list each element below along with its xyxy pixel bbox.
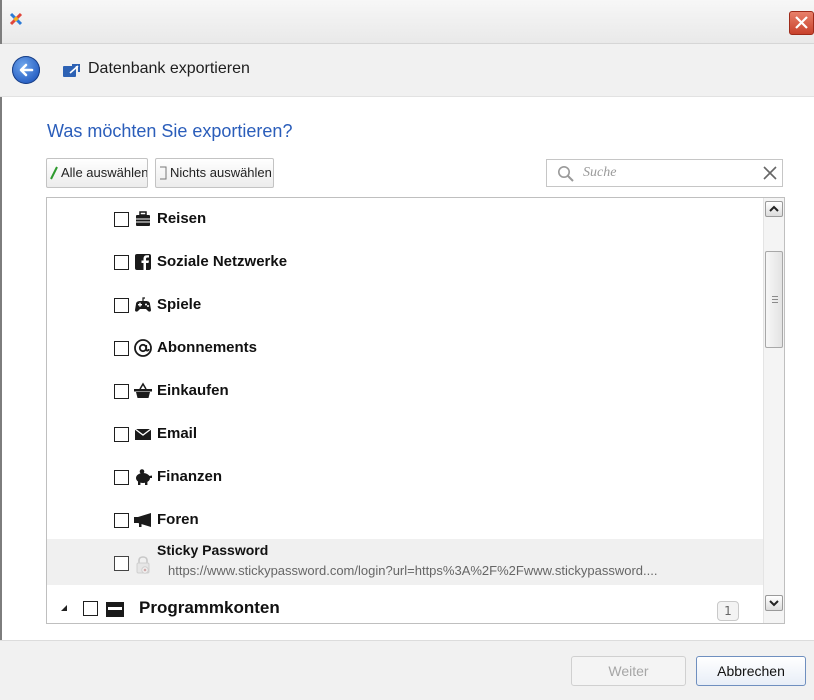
- list-item[interactable]: Email: [47, 413, 763, 455]
- list-item[interactable]: Foren: [47, 499, 763, 541]
- select-all-label: Alle auswählen: [61, 165, 148, 180]
- back-arrow-icon: [19, 63, 34, 77]
- piggy-bank-icon: [136, 469, 152, 485]
- expand-arrow-icon[interactable]: [60, 604, 68, 612]
- page-title: Datenbank exportieren: [88, 60, 250, 77]
- back-button[interactable]: [12, 56, 40, 84]
- cancel-button[interactable]: Abbrechen: [696, 656, 806, 686]
- list-item[interactable]: Einkaufen: [47, 370, 763, 412]
- at-sign-icon: [134, 339, 152, 357]
- clear-search-icon[interactable]: [763, 166, 777, 180]
- list-item[interactable]: Finanzen: [47, 456, 763, 498]
- checkbox[interactable]: [114, 513, 129, 528]
- checkmark-icon: [50, 166, 58, 180]
- window-border: [0, 0, 2, 699]
- list-item-label: Email: [157, 425, 198, 442]
- account-url: https://www.stickypassword.com/login?url…: [168, 563, 658, 578]
- close-icon: [795, 16, 808, 29]
- checkbox[interactable]: [114, 470, 129, 485]
- luggage-icon: [136, 211, 150, 226]
- search-box[interactable]: [546, 159, 783, 187]
- account-row[interactable]: Sticky Password https://www.stickypasswo…: [47, 539, 763, 585]
- lock-icon: [136, 556, 150, 574]
- scroll-down-button[interactable]: [765, 595, 783, 611]
- select-none-button[interactable]: Nichts auswählen: [155, 158, 274, 188]
- envelope-icon: [134, 428, 152, 440]
- export-list[interactable]: Reisen Soziale Netzwerke Spiele Abonneme…: [46, 197, 785, 624]
- title-bar: [0, 0, 814, 44]
- checkbox[interactable]: [114, 298, 129, 313]
- vertical-scrollbar[interactable]: [763, 198, 784, 623]
- chevron-up-icon: [769, 205, 779, 212]
- gamepad-icon: [135, 297, 151, 312]
- scroll-up-button[interactable]: [765, 201, 783, 217]
- checkbox[interactable]: [114, 255, 129, 270]
- window-icon: [106, 602, 124, 617]
- basket-icon: [134, 382, 152, 398]
- group-row[interactable]: Programmkonten 1: [47, 587, 763, 623]
- list-item-label: Abonnements: [157, 339, 258, 356]
- checkbox[interactable]: [83, 601, 98, 616]
- checkbox[interactable]: [114, 556, 129, 571]
- select-none-label: Nichts auswählen: [170, 165, 272, 180]
- search-icon: [558, 166, 574, 182]
- next-button[interactable]: Weiter: [571, 656, 686, 686]
- megaphone-icon: [134, 513, 151, 527]
- dialog-footer: [0, 640, 814, 700]
- list-item-label: Spiele: [157, 296, 202, 313]
- list-item[interactable]: Soziale Netzwerke: [47, 241, 763, 283]
- scroll-thumb[interactable]: [765, 251, 783, 348]
- export-icon: [63, 64, 80, 77]
- checkbox[interactable]: [114, 212, 129, 227]
- list-item[interactable]: Abonnements: [47, 327, 763, 369]
- list-item-label: Einkaufen: [157, 382, 229, 399]
- empty-box-icon: [160, 166, 167, 180]
- app-logo-icon: [9, 12, 23, 26]
- list-item-label: Finanzen: [157, 468, 223, 485]
- close-button[interactable]: [789, 11, 814, 35]
- select-all-button[interactable]: Alle auswählen: [46, 158, 148, 188]
- list-item[interactable]: Spiele: [47, 284, 763, 326]
- list-item-label: Reisen: [157, 210, 207, 227]
- checkbox[interactable]: [114, 384, 129, 399]
- count-badge: 1: [717, 601, 739, 621]
- facebook-icon: [135, 254, 151, 270]
- account-name: Sticky Password: [157, 542, 269, 558]
- checkbox[interactable]: [114, 427, 129, 442]
- search-input[interactable]: [583, 164, 753, 182]
- group-label: Programmkonten: [139, 598, 280, 617]
- list-item-label: Foren: [157, 511, 199, 528]
- section-heading: Was möchten Sie exportieren?: [47, 121, 293, 141]
- list-item-label: Soziale Netzwerke: [157, 253, 288, 270]
- checkbox[interactable]: [114, 341, 129, 356]
- list-item[interactable]: Reisen: [47, 198, 763, 240]
- chevron-down-icon: [769, 600, 779, 607]
